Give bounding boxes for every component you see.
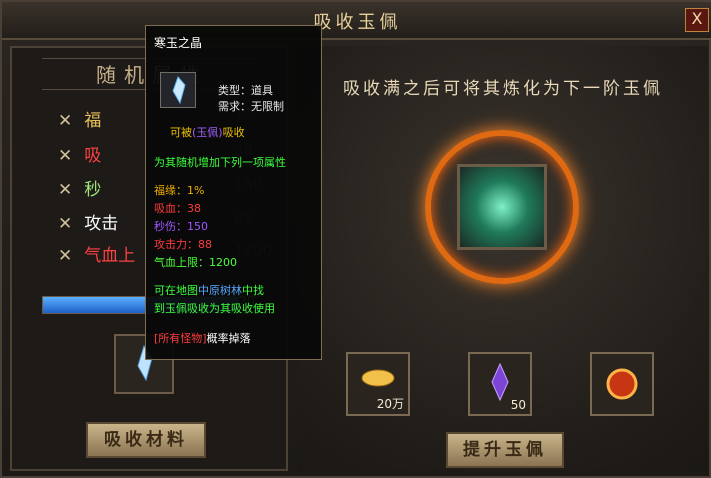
jade-absorb-area: 吸收满之后可将其炼化为下一阶玉佩 20万 50 提升玉佩 — [298, 46, 708, 471]
absorbable-prefix: 可被 — [170, 126, 192, 139]
attribute-row: ✕秒 150 — [58, 175, 263, 200]
check-icon: ✕ — [58, 111, 73, 131]
tooltip-drop: [所有怪物]概率掉落 — [154, 330, 251, 346]
title-bar: 吸收玉佩 X — [2, 2, 711, 40]
check-icon: ✕ — [58, 146, 73, 166]
item-slot-crystal[interactable]: 50 — [468, 352, 532, 416]
tooltip-location: 可在地图中原树林中找 — [154, 282, 264, 298]
drop-prefix: [所有怪物] — [154, 332, 207, 345]
tooltip-stat: 吸血：38 — [154, 202, 201, 215]
tooltip-type: 类型：道具 — [218, 84, 273, 97]
absorbable-target: (玉佩) — [192, 126, 223, 139]
jade-pendant-icon — [457, 164, 547, 250]
close-button[interactable]: X — [685, 8, 709, 32]
hint-text: 吸收满之后可将其炼化为下一阶玉佩 — [343, 79, 663, 99]
item-tooltip: 寒玉之晶 类型：道具 需求：无限制 可被(玉佩)吸收 为其随机增加下列一项属性 … — [145, 25, 322, 360]
attribute-name: 吸 — [84, 146, 102, 166]
attribute-name: 秒 — [84, 180, 102, 200]
game-window: 吸收玉佩 X 随机属性 ✕福 1% ✕吸 38 ✕秒 150 ✕攻击 88 ✕气… — [0, 0, 711, 478]
tooltip-stat: 攻击力：88 — [154, 238, 212, 251]
item-count: 50 — [510, 398, 526, 412]
attribute-name: 福 — [84, 111, 102, 131]
location-prefix: 可在地图 — [154, 284, 198, 297]
attribute-row: ✕攻击 88 — [58, 209, 253, 234]
upgrade-jade-button[interactable]: 提升玉佩 — [446, 432, 564, 468]
attribute-name: 气血上 — [84, 246, 136, 266]
tooltip-item-name: 寒玉之晶 — [154, 36, 203, 50]
item-count: 20万 — [376, 397, 404, 411]
absorb-material-button[interactable]: 吸收材料 — [86, 422, 206, 458]
check-icon: ✕ — [58, 180, 73, 200]
absorbable-suffix: 吸收 — [222, 126, 245, 139]
tooltip-desc: 为其随机增加下列一项属性 — [154, 156, 286, 169]
drop-suffix: 概率掉落 — [206, 332, 251, 345]
tooltip-location-line2: 到玉佩吸收为其吸收使用 — [154, 302, 275, 315]
tooltip-stat: 福缘：1% — [154, 184, 205, 197]
attribute-row: ✕气血上 1200 — [58, 241, 272, 266]
location-name: 中原树林 — [198, 284, 242, 297]
location-suffix: 中找 — [242, 284, 264, 297]
crystal-icon — [160, 72, 196, 108]
attribute-name: 攻击 — [84, 214, 119, 234]
tooltip-absorbable: 可被(玉佩)吸收 — [170, 124, 245, 140]
item-slot-gold[interactable]: 20万 — [346, 352, 410, 416]
attribute-row: ✕福 1% — [58, 106, 258, 131]
tooltip-stat: 气血上限：1200 — [154, 256, 237, 269]
item-slot-fire[interactable] — [590, 352, 654, 416]
fire-orb-icon — [606, 368, 638, 400]
window-title: 吸收玉佩 — [313, 12, 402, 33]
tooltip-require: 需求：无限制 — [218, 100, 284, 113]
check-icon: ✕ — [58, 214, 73, 234]
attribute-row: ✕吸 38 — [58, 141, 253, 166]
tooltip-stat: 秒伤：150 — [154, 220, 208, 233]
check-icon: ✕ — [58, 246, 73, 266]
